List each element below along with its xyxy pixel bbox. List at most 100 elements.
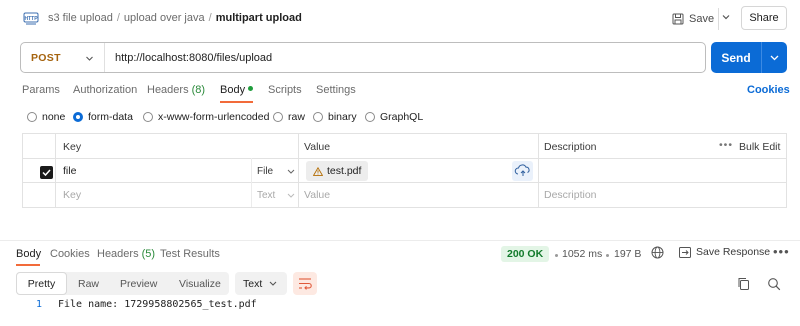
table-row-empty: Key Text Value Description: [23, 183, 786, 208]
value-placeholder[interactable]: Value: [304, 189, 330, 201]
copy-icon[interactable]: [737, 277, 750, 291]
breadcrumb-separator: /: [116, 12, 120, 24]
more-options-icon[interactable]: •••: [719, 139, 733, 151]
response-divider: [0, 240, 800, 241]
type-select[interactable]: Text: [257, 190, 275, 201]
description-placeholder[interactable]: Description: [544, 189, 597, 201]
body-type-urlencoded[interactable]: x-www-form-urlencoded: [143, 111, 269, 123]
chevron-down-icon[interactable]: [287, 168, 295, 175]
chevron-down-icon[interactable]: [287, 192, 295, 199]
body-type-label: binary: [328, 111, 357, 123]
view-visualize[interactable]: Visualize: [179, 272, 221, 295]
divider: [104, 43, 105, 72]
tab-response-body[interactable]: Body: [16, 248, 41, 260]
separator-dot: [555, 254, 558, 257]
tab-scripts[interactable]: Scripts: [268, 84, 302, 96]
request-header: HTTP s3 file upload / upload over java / mul…: [0, 0, 800, 38]
tab-response-cookies[interactable]: Cookies: [50, 248, 90, 260]
tab-response-headers-label: Headers: [97, 248, 139, 260]
column-divider: [55, 134, 56, 207]
file-name: test.pdf: [327, 165, 362, 177]
more-options-icon[interactable]: •••: [773, 244, 790, 259]
status-badge[interactable]: 200 OK: [501, 246, 550, 262]
divider: [718, 8, 719, 30]
search-icon[interactable]: [767, 277, 781, 291]
key-cell[interactable]: file: [63, 165, 76, 177]
save-response-button[interactable]: Save Response: [679, 246, 770, 258]
divider: [761, 42, 762, 73]
active-tab-underline: [220, 101, 253, 103]
chevron-down-icon: [269, 281, 277, 286]
tab-body[interactable]: Body: [220, 84, 254, 96]
radio-icon: [143, 112, 153, 122]
cookies-link[interactable]: Cookies: [747, 84, 790, 96]
radio-icon: [313, 112, 323, 122]
body-type-label: form-data: [88, 111, 133, 123]
tab-response-headers-count: (5): [141, 248, 156, 260]
file-chip[interactable]: test.pdf: [306, 161, 369, 181]
url-input[interactable]: http://localhost:8080/files/upload: [115, 52, 272, 64]
radio-selected-icon: [73, 112, 83, 122]
send-button[interactable]: Send: [711, 42, 761, 73]
line-number: 1: [36, 299, 43, 310]
separator-dot: [606, 254, 609, 257]
row-checkbox[interactable]: [40, 166, 53, 179]
format-select[interactable]: Text: [235, 272, 287, 295]
upload-button[interactable]: [512, 161, 533, 181]
save-icon: [672, 13, 684, 25]
column-divider: [251, 158, 252, 207]
warning-icon: [313, 166, 323, 176]
body-type-label: none: [42, 111, 66, 123]
body-type-none[interactable]: none: [27, 111, 65, 123]
view-pretty[interactable]: Pretty: [16, 272, 67, 295]
body-type-form-data[interactable]: form-data: [73, 111, 133, 123]
breadcrumb-separator: /: [208, 12, 212, 24]
save-response-icon: [679, 246, 691, 258]
key-placeholder[interactable]: Key: [63, 189, 81, 201]
tab-test-results[interactable]: Test Results: [160, 248, 220, 260]
view-preview[interactable]: Preview: [120, 272, 157, 295]
breadcrumb-item-folder[interactable]: upload over java: [124, 12, 205, 24]
wrap-lines-button[interactable]: [293, 272, 317, 295]
format-label: Text: [243, 277, 263, 290]
chevron-down-icon[interactable]: [769, 53, 780, 62]
bulk-edit-button[interactable]: Bulk Edit: [739, 141, 780, 153]
chevron-down-icon[interactable]: [85, 54, 94, 63]
cloud-upload-icon: [514, 164, 530, 176]
tab-headers[interactable]: Headers (8): [147, 84, 205, 96]
radio-icon: [273, 112, 283, 122]
breadcrumb: s3 file upload / upload over java / multipar…: [48, 12, 302, 24]
save-label: Save: [689, 13, 715, 25]
svg-text:HTTP: HTTP: [24, 16, 38, 22]
response-time[interactable]: 1052 ms: [562, 248, 602, 260]
save-button[interactable]: Save: [672, 9, 714, 29]
wrap-lines-icon: [299, 278, 312, 290]
breadcrumb-item-collection[interactable]: s3 file upload: [48, 12, 113, 24]
table-row: file File: [23, 158, 786, 183]
tab-authorization[interactable]: Authorization: [73, 84, 137, 96]
form-data-table: Key Value Description ••• Bulk Edit file…: [22, 133, 787, 208]
radio-icon: [365, 112, 375, 122]
tab-params[interactable]: Params: [22, 84, 60, 96]
method-select[interactable]: POST: [31, 52, 61, 64]
globe-icon[interactable]: [651, 246, 664, 259]
column-header-description: Description: [544, 141, 597, 153]
column-divider: [298, 134, 299, 207]
body-type-raw[interactable]: raw: [273, 111, 305, 123]
body-type-label: GraphQL: [380, 111, 424, 123]
chevron-down-icon[interactable]: [721, 12, 731, 22]
tab-response-headers[interactable]: Headers (5): [97, 248, 155, 260]
share-button[interactable]: Share: [741, 6, 787, 30]
view-raw[interactable]: Raw: [78, 272, 99, 295]
response-size[interactable]: 197 B: [614, 248, 641, 260]
response-line: File name: 1729958802565_test.pdf: [58, 299, 257, 310]
send-button-group: Send: [711, 42, 787, 73]
tab-settings[interactable]: Settings: [316, 84, 356, 96]
body-type-binary[interactable]: binary: [313, 111, 357, 123]
url-bar: POST http://localhost:8080/files/upload: [20, 42, 706, 73]
tab-headers-label: Headers: [147, 84, 189, 96]
body-type-graphql[interactable]: GraphQL: [365, 111, 423, 123]
checkmark-icon: [42, 169, 51, 177]
request-name[interactable]: multipart upload: [216, 12, 302, 24]
type-select[interactable]: File: [257, 166, 273, 177]
